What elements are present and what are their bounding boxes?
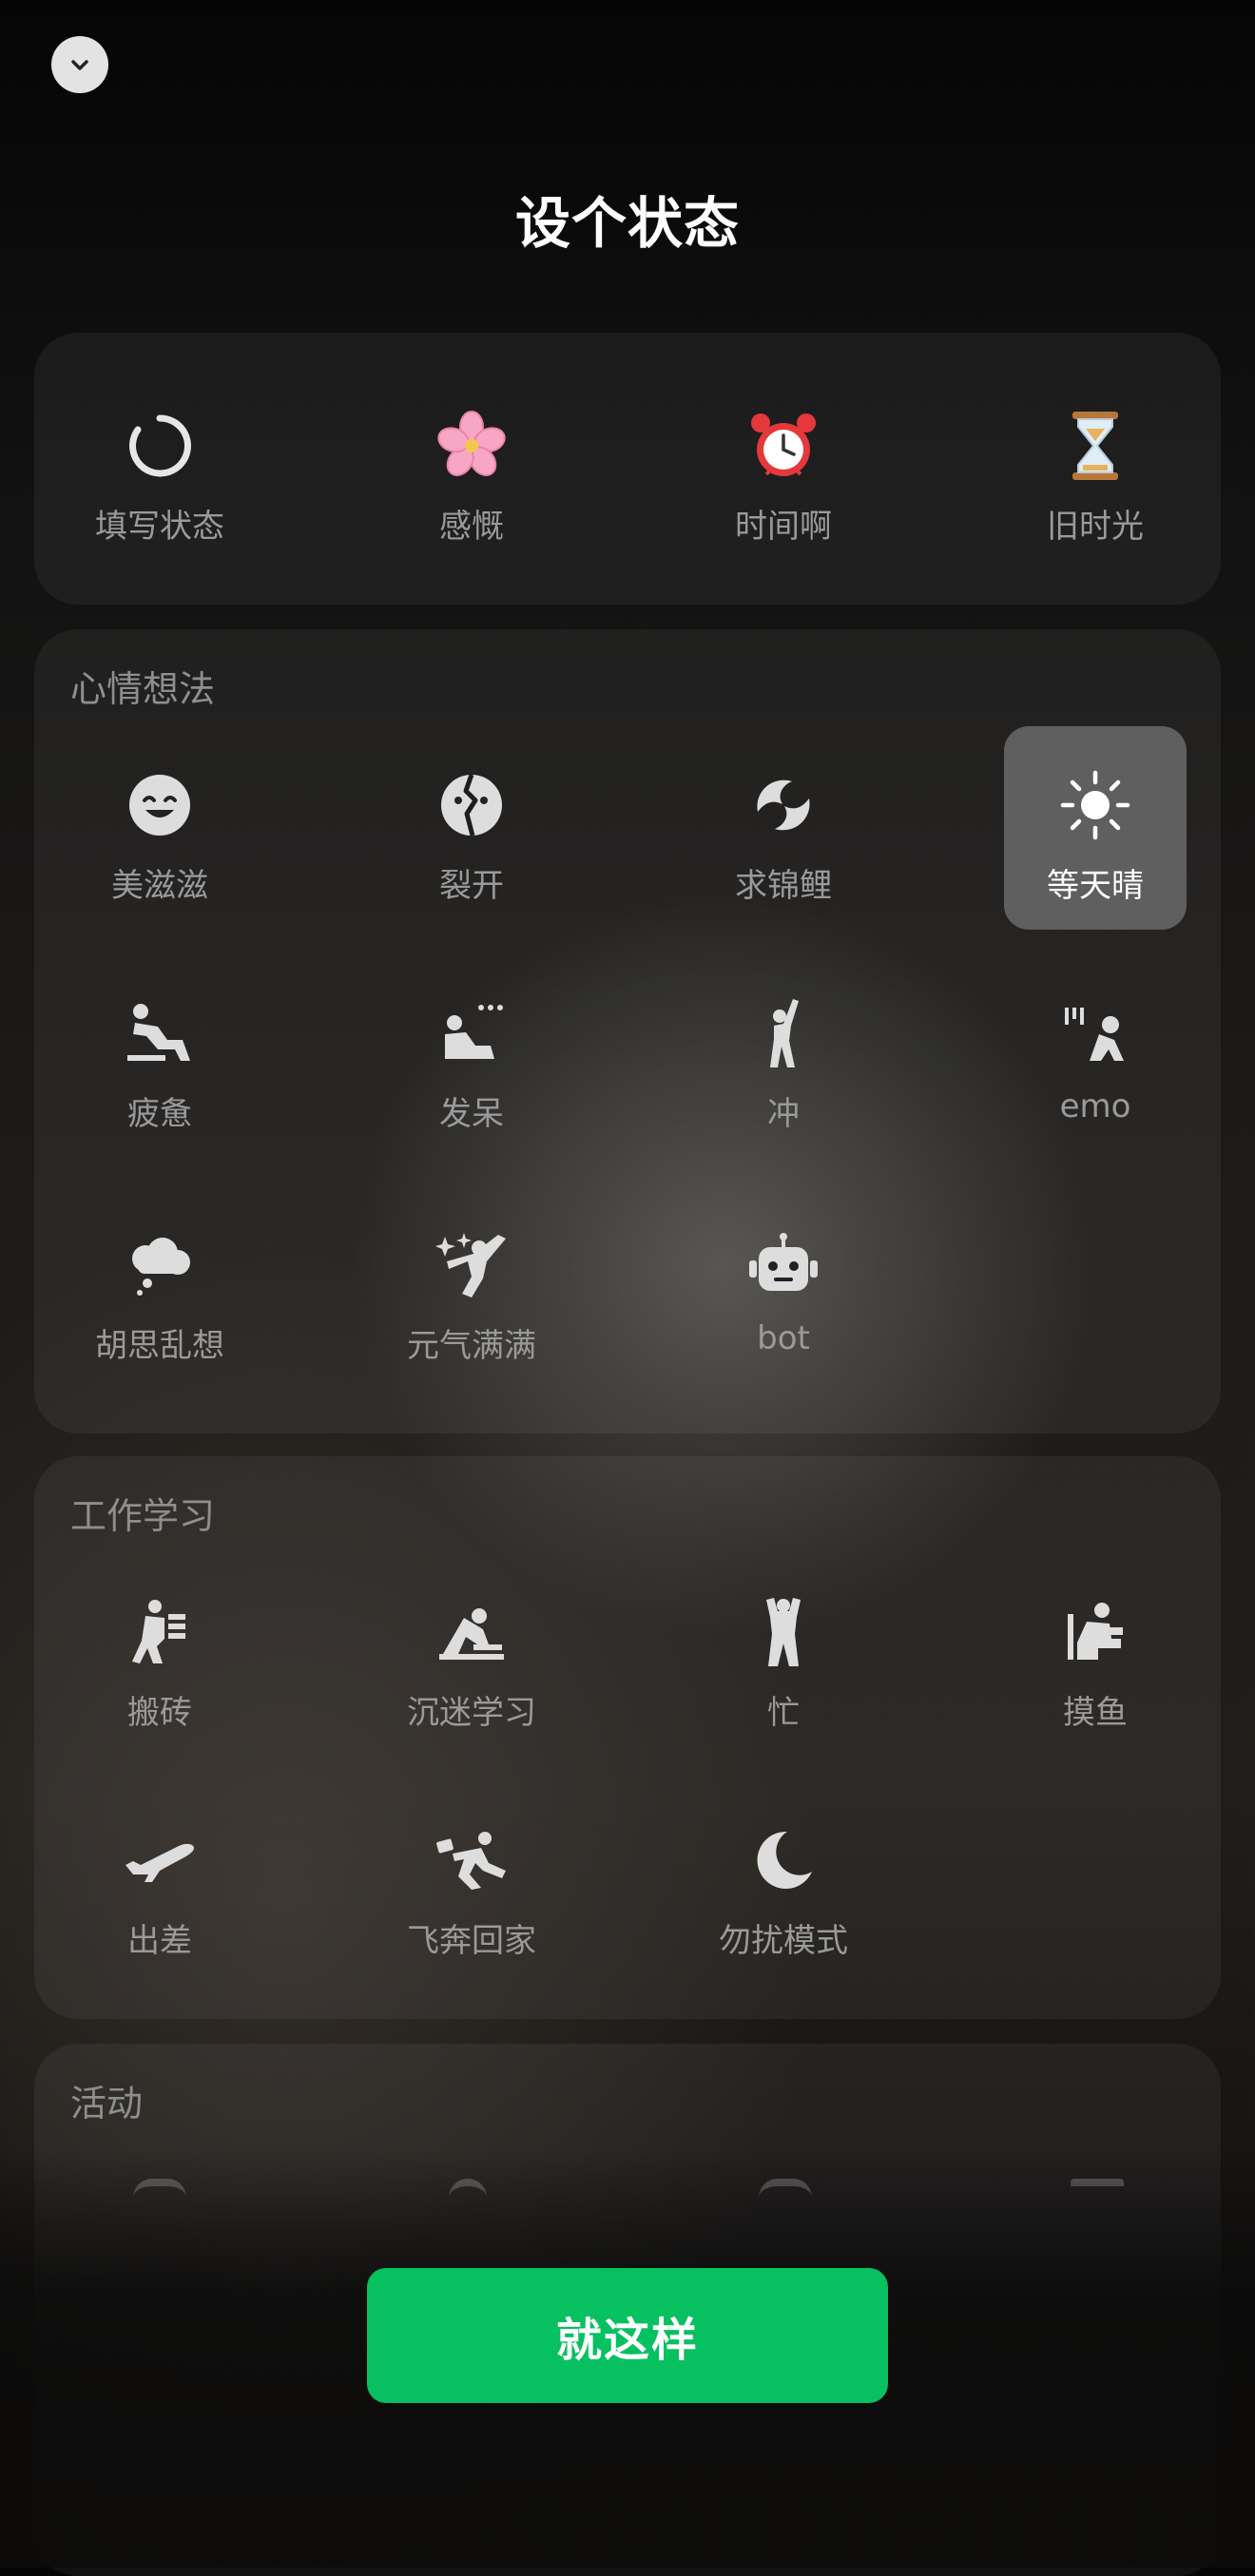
daydream-person-icon <box>434 996 509 1070</box>
status-item-label: 美滋滋 <box>111 867 208 905</box>
status-item-label: bot <box>757 1319 810 1357</box>
running-home-icon <box>434 1823 509 1897</box>
status-item-go[interactable]: 冲 <box>692 954 875 1158</box>
status-item-label: 时间啊 <box>735 508 832 546</box>
sad-person-icon <box>1058 996 1132 1070</box>
status-item-do-not-disturb[interactable]: 勿扰模式 <box>692 1781 875 1985</box>
status-item-busy[interactable]: 忙 <box>692 1553 875 1757</box>
status-item-koi[interactable]: 求锦鲤 <box>692 726 875 930</box>
cheering-person-icon <box>746 996 821 1070</box>
status-item-label: 疲惫 <box>127 1095 192 1133</box>
status-item-label: 胡思乱想 <box>95 1327 224 1365</box>
status-item-label: 出差 <box>127 1922 192 1960</box>
sun-icon <box>1058 768 1132 842</box>
status-item-label: 裂开 <box>439 867 504 905</box>
status-item-studying[interactable]: 沉迷学习 <box>380 1553 563 1757</box>
status-item-label: 发呆 <box>439 1095 504 1133</box>
cherry-blossom-icon <box>434 409 509 483</box>
hourglass-icon <box>1058 409 1132 483</box>
cracked-face-icon <box>434 768 509 842</box>
alarm-clock-icon <box>746 409 821 483</box>
status-item-grinding[interactable]: 搬砖 <box>68 1553 251 1757</box>
quick-status-panel: 填写状态 感慨 时间啊 旧时光 <box>34 333 1221 605</box>
status-item-label: 求锦鲤 <box>735 867 832 905</box>
status-item-label: 忙 <box>767 1694 800 1732</box>
crescent-moon-icon <box>746 1823 821 1897</box>
status-item-business-trip[interactable]: 出差 <box>68 1781 251 1985</box>
status-item-label: 等天晴 <box>1047 867 1144 905</box>
status-item-time[interactable]: 时间啊 <box>692 367 875 570</box>
status-item-bot[interactable]: bot <box>692 1186 875 1390</box>
collapse-button[interactable] <box>51 36 108 93</box>
tired-person-icon <box>123 996 197 1070</box>
airplane-icon <box>123 1823 197 1897</box>
status-item-label: 搬砖 <box>127 1694 192 1732</box>
status-item-emo[interactable]: emo <box>1004 954 1187 1158</box>
mood-section: 心情想法 美滋滋 裂开 求锦鲤 等天晴 疲惫 发呆 冲 emo 胡思乱想 元气满… <box>34 629 1221 1433</box>
section-title: 工作学习 <box>70 1495 216 1537</box>
robot-icon <box>746 1228 821 1302</box>
status-item-waiting-sunny[interactable]: 等天晴 <box>1004 726 1187 930</box>
status-item-energetic[interactable]: 元气满满 <box>380 1186 563 1390</box>
work-study-section: 工作学习 搬砖 沉迷学习 忙 摸鱼 出差 飞奔回家 勿扰模式 <box>34 1456 1221 2019</box>
busy-person-icon <box>746 1595 821 1669</box>
status-item-slacking[interactable]: 摸鱼 <box>1004 1553 1187 1757</box>
status-item-label: 冲 <box>767 1095 800 1133</box>
status-item-tired[interactable]: 疲惫 <box>68 954 251 1158</box>
carrying-bricks-icon <box>123 1595 197 1669</box>
smiling-face-icon <box>123 768 197 842</box>
status-item-fill-in[interactable]: 填写状态 <box>68 367 251 570</box>
ring-icon <box>123 409 197 483</box>
status-item-label: 勿扰模式 <box>719 1922 848 1960</box>
status-item-label: 摸鱼 <box>1063 1694 1128 1732</box>
status-item-label: 飞奔回家 <box>407 1922 536 1960</box>
chevron-down-icon <box>67 51 93 78</box>
status-item-cracked[interactable]: 裂开 <box>380 726 563 930</box>
status-item-happy[interactable]: 美滋滋 <box>68 726 251 930</box>
studying-person-icon <box>434 1595 509 1669</box>
koi-fish-icon <box>746 768 821 842</box>
thought-cloud-icon <box>123 1228 197 1302</box>
section-title: 心情想法 <box>70 668 216 710</box>
status-item-label: 填写状态 <box>95 508 224 546</box>
status-item-label: emo <box>1059 1087 1131 1125</box>
status-item-label: 元气满满 <box>407 1327 536 1365</box>
status-item-label: 旧时光 <box>1047 508 1144 546</box>
energetic-person-icon <box>434 1228 509 1302</box>
status-item-overthinking[interactable]: 胡思乱想 <box>68 1186 251 1390</box>
section-title: 活动 <box>70 2083 144 2124</box>
status-item-old-times[interactable]: 旧时光 <box>1004 367 1187 570</box>
status-item-rushing-home[interactable]: 飞奔回家 <box>380 1781 563 1985</box>
confirm-button[interactable]: 就这样 <box>367 2268 888 2403</box>
status-item-label: 感慨 <box>439 508 504 546</box>
status-item-label: 沉迷学习 <box>407 1694 536 1732</box>
status-item-sentiment[interactable]: 感慨 <box>380 367 563 570</box>
status-item-daydream[interactable]: 发呆 <box>380 954 563 1158</box>
slacking-person-icon <box>1058 1595 1132 1669</box>
page-title: 设个状态 <box>514 191 740 256</box>
